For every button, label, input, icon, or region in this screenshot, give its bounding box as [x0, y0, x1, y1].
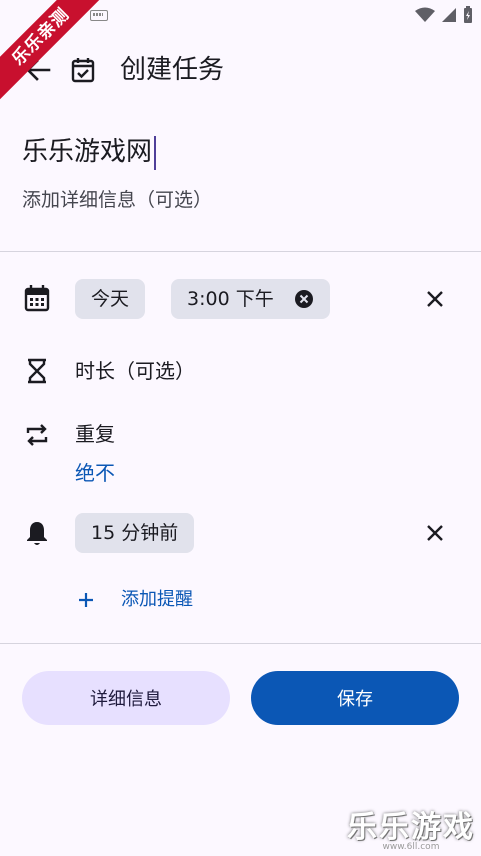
clear-time-button[interactable] [294, 289, 314, 309]
time-chip-label: 3:00 下午 [187, 288, 274, 310]
divider [0, 251, 481, 252]
divider [0, 643, 481, 644]
watermark-logo: 乐乐游戏 www.6ll.com [347, 802, 475, 852]
text-caret [154, 135, 157, 170]
plus-icon [79, 593, 93, 607]
time-chip[interactable]: 3:00 下午 [171, 279, 330, 319]
repeat-icon [23, 421, 51, 449]
date-chip-label: 今天 [91, 288, 130, 310]
watermark-text: 乐乐游戏 [347, 810, 475, 845]
hourglass-icon [23, 357, 51, 385]
watermark-ribbon: 乐乐亲测 [0, 0, 110, 110]
reminder-chip-label: 15 分钟前 [91, 522, 179, 544]
close-icon [427, 525, 443, 541]
bell-icon [23, 519, 51, 547]
clear-date-button[interactable] [420, 284, 450, 314]
repeat-label[interactable]: 重复 [75, 419, 115, 449]
repeat-value[interactable]: 绝不 [75, 458, 115, 488]
duration-field[interactable]: 时长（可选） [75, 356, 195, 386]
status-icons [415, 6, 473, 24]
calendar-icon [23, 284, 51, 312]
task-title-input[interactable]: 乐乐游戏网 [22, 130, 157, 174]
close-icon [427, 291, 443, 307]
reminder-chip[interactable]: 15 分钟前 [75, 513, 195, 553]
signal-icon [442, 8, 456, 22]
add-reminder-button[interactable]: 添加提醒 [76, 585, 193, 615]
page-title: 创建任务 [120, 55, 225, 85]
wifi-icon [415, 7, 435, 22]
cancel-circle-icon [295, 290, 313, 308]
ribbon-text: 乐乐亲测 [0, 0, 105, 101]
task-title-value: 乐乐游戏网 [22, 137, 153, 167]
save-button[interactable]: 保存 [251, 671, 459, 725]
date-chip[interactable]: 今天 [75, 279, 146, 319]
remove-reminder-button[interactable] [420, 518, 450, 548]
battery-icon [464, 6, 472, 23]
details-button[interactable]: 详细信息 [22, 671, 230, 725]
add-reminder-label: 添加提醒 [121, 589, 193, 610]
description-input[interactable]: 添加详细信息（可选） [22, 184, 212, 216]
